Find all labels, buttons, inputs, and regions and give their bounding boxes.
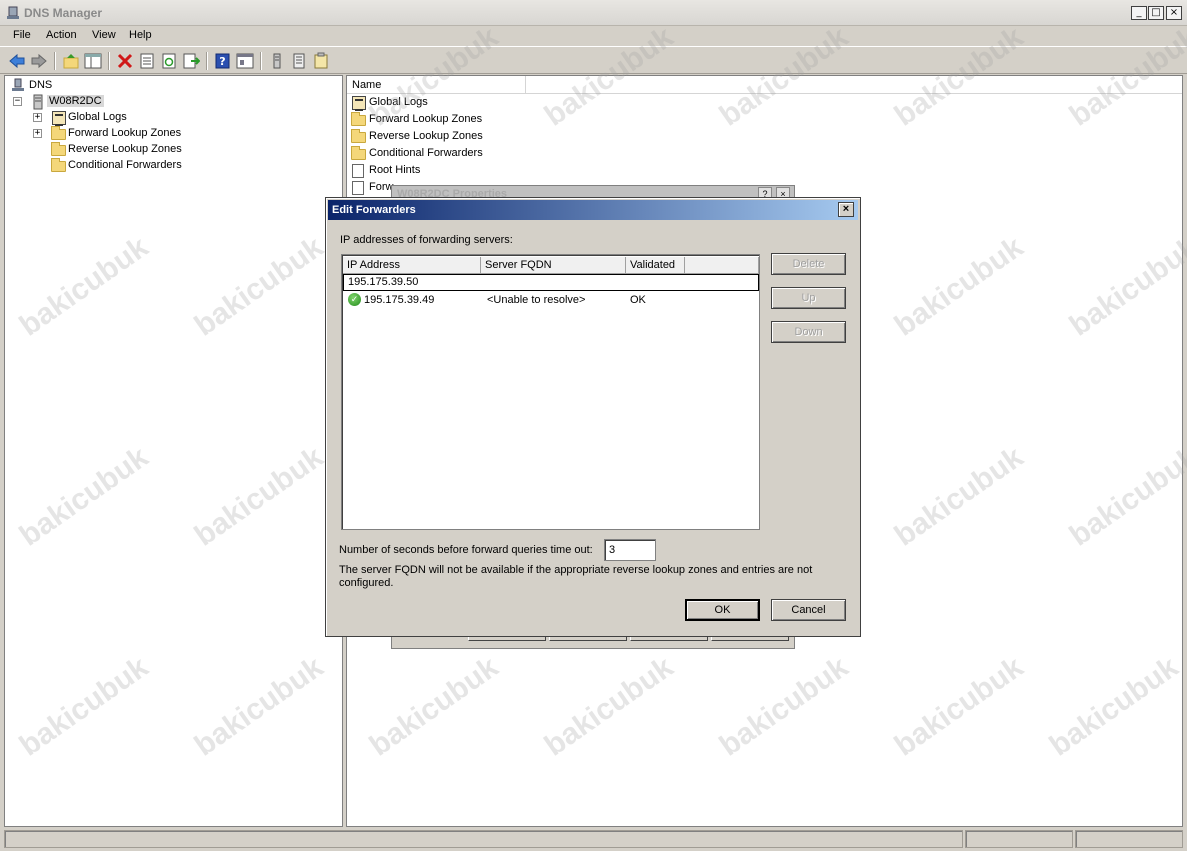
up-icon[interactable] xyxy=(62,52,80,70)
folder-icon xyxy=(351,129,366,143)
tree-label: DNS xyxy=(29,79,53,91)
status-cell xyxy=(965,830,1073,848)
folder-icon xyxy=(351,112,366,126)
close-icon[interactable]: × xyxy=(838,202,854,217)
column-server-fqdn[interactable]: Server FQDN xyxy=(481,257,626,274)
svg-text:?: ? xyxy=(219,55,225,68)
list-icon[interactable] xyxy=(290,52,308,70)
status-cell xyxy=(4,830,963,848)
cancel-button[interactable]: Cancel xyxy=(771,599,846,621)
export-icon[interactable] xyxy=(182,52,200,70)
minimize-button[interactable]: _ xyxy=(1131,6,1147,20)
file-icon xyxy=(352,164,364,178)
forwarder-fqdn: <Unable to resolve> xyxy=(487,294,586,306)
down-button[interactable]: Down xyxy=(771,321,846,343)
help-icon[interactable]: ? xyxy=(214,52,232,70)
dialog-title: Edit Forwarders xyxy=(332,204,416,216)
window-title: DNS Manager xyxy=(24,6,103,20)
forwarder-ip: 195.175.39.49 xyxy=(364,294,435,306)
column-name[interactable]: Name xyxy=(352,79,381,91)
delete-icon[interactable] xyxy=(116,52,134,70)
ip-address-input[interactable]: 195.175.39.50 xyxy=(343,274,759,291)
column-validated[interactable]: Validated xyxy=(626,257,685,274)
folder-icon xyxy=(51,142,66,156)
notes-icon[interactable] xyxy=(312,52,330,70)
delete-button[interactable]: Delete xyxy=(771,253,846,275)
menu-action[interactable]: Action xyxy=(46,29,77,41)
view-icon[interactable] xyxy=(236,52,254,70)
validated-check-icon: ✓ xyxy=(348,293,361,306)
show-hide-tree-icon[interactable] xyxy=(84,52,102,70)
properties-icon[interactable] xyxy=(138,52,156,70)
close-button[interactable]: × xyxy=(1166,6,1182,20)
server-icon xyxy=(33,94,43,110)
status-bar xyxy=(0,828,1187,851)
list-column-header[interactable]: Name xyxy=(347,76,1182,94)
timeout-input[interactable]: 3 xyxy=(604,539,656,561)
folder-icon xyxy=(51,158,66,172)
tree-label: Global Logs xyxy=(68,111,127,123)
expand-icon[interactable]: + xyxy=(33,129,42,138)
log-icon xyxy=(52,111,66,126)
server-icon[interactable] xyxy=(268,52,286,70)
menu-file[interactable]: File xyxy=(13,29,31,41)
dns-icon xyxy=(12,78,24,91)
maximize-button[interactable]: □ xyxy=(1148,6,1164,20)
fqdn-note: The server FQDN will not be available if… xyxy=(339,564,813,589)
toolbar: ? xyxy=(0,46,1187,74)
dns-app-icon xyxy=(7,6,19,19)
column-ip-address[interactable]: IP Address xyxy=(343,257,481,274)
ok-button[interactable]: OK xyxy=(685,599,760,621)
forward-icon[interactable] xyxy=(30,52,48,70)
menu-bar: File Action View Help xyxy=(0,26,1187,46)
back-icon[interactable] xyxy=(8,52,26,70)
status-cell xyxy=(1075,830,1183,848)
column-empty xyxy=(685,257,759,274)
forwarder-row[interactable]: ✓ 195.175.39.49 <Unable to resolve> OK xyxy=(346,292,756,308)
up-button[interactable]: Up xyxy=(771,287,846,309)
tree-pane: DNS − W08R2DC + Global Logs + Forward Lo… xyxy=(4,75,343,827)
edit-forwarders-titlebar: Edit Forwarders × xyxy=(328,200,858,220)
folder-icon xyxy=(51,126,66,140)
collapse-icon[interactable]: − xyxy=(13,97,22,106)
window-titlebar: DNS Manager _ □ × xyxy=(0,0,1187,26)
menu-help[interactable]: Help xyxy=(129,29,152,41)
forwarders-list[interactable]: IP Address Server FQDN Validated 195.175… xyxy=(341,254,760,530)
tree-label: Conditional Forwarders xyxy=(68,159,182,171)
tree-label: W08R2DC xyxy=(47,95,104,107)
edit-forwarders-dialog: Edit Forwarders × IP addresses of forwar… xyxy=(325,197,861,637)
forwarding-servers-label: IP addresses of forwarding servers: xyxy=(340,234,513,246)
menu-view[interactable]: View xyxy=(92,29,116,41)
tree-label: Forward Lookup Zones xyxy=(68,127,182,139)
file-icon xyxy=(352,181,364,195)
tree-label: Reverse Lookup Zones xyxy=(68,143,182,155)
forwarder-validated: OK xyxy=(630,294,646,306)
expand-icon[interactable]: + xyxy=(33,113,42,122)
refresh-icon[interactable] xyxy=(160,52,178,70)
timeout-label: Number of seconds before forward queries… xyxy=(339,544,593,556)
log-icon xyxy=(352,96,366,111)
folder-icon xyxy=(351,146,366,160)
